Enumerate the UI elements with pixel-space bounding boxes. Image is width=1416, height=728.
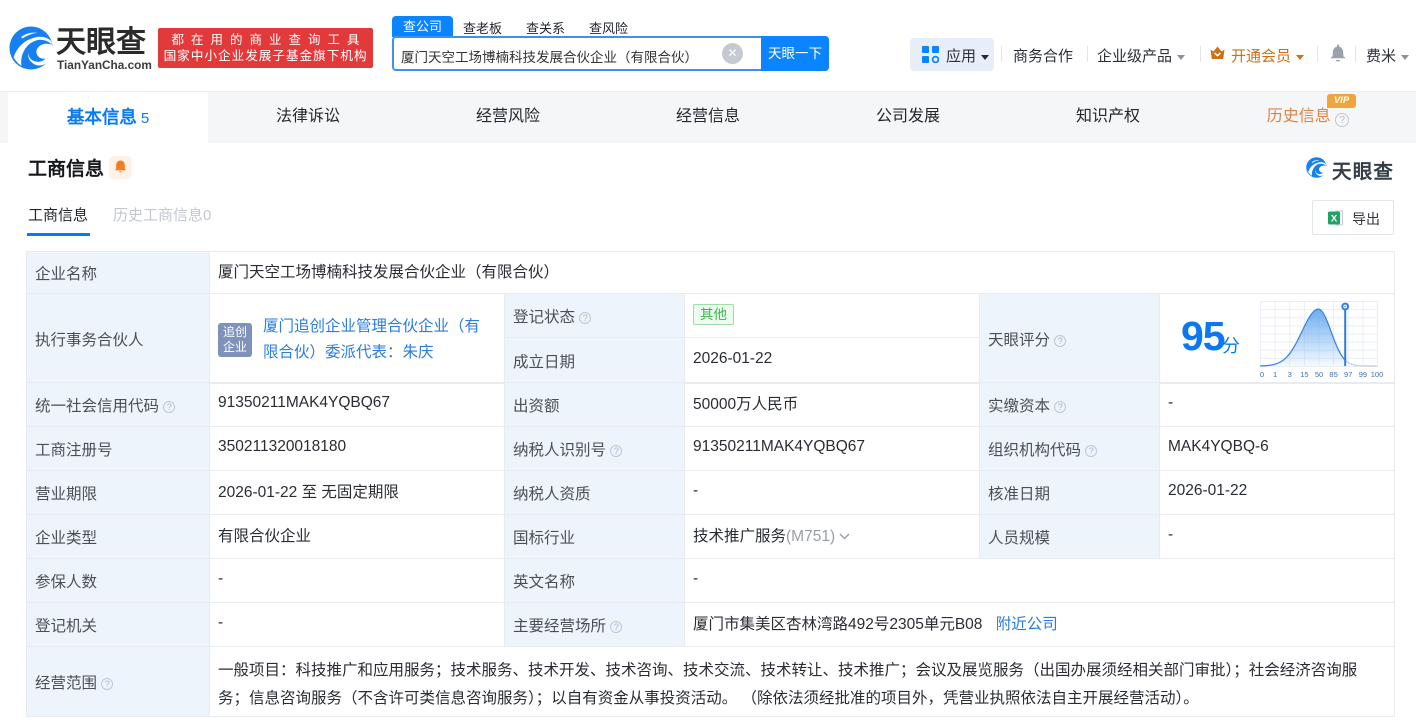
svg-text:1: 1 [1273, 370, 1277, 379]
svg-text:3: 3 [1288, 370, 1292, 379]
svg-text:97: 97 [1344, 370, 1352, 379]
svg-text:15: 15 [1300, 370, 1308, 379]
svg-text:X: X [1331, 214, 1338, 225]
svg-text:0: 0 [1260, 370, 1264, 379]
svg-text:100: 100 [1371, 370, 1384, 379]
svg-text:50: 50 [1315, 370, 1323, 379]
svg-text:99: 99 [1359, 370, 1367, 379]
svg-text:85: 85 [1329, 370, 1337, 379]
